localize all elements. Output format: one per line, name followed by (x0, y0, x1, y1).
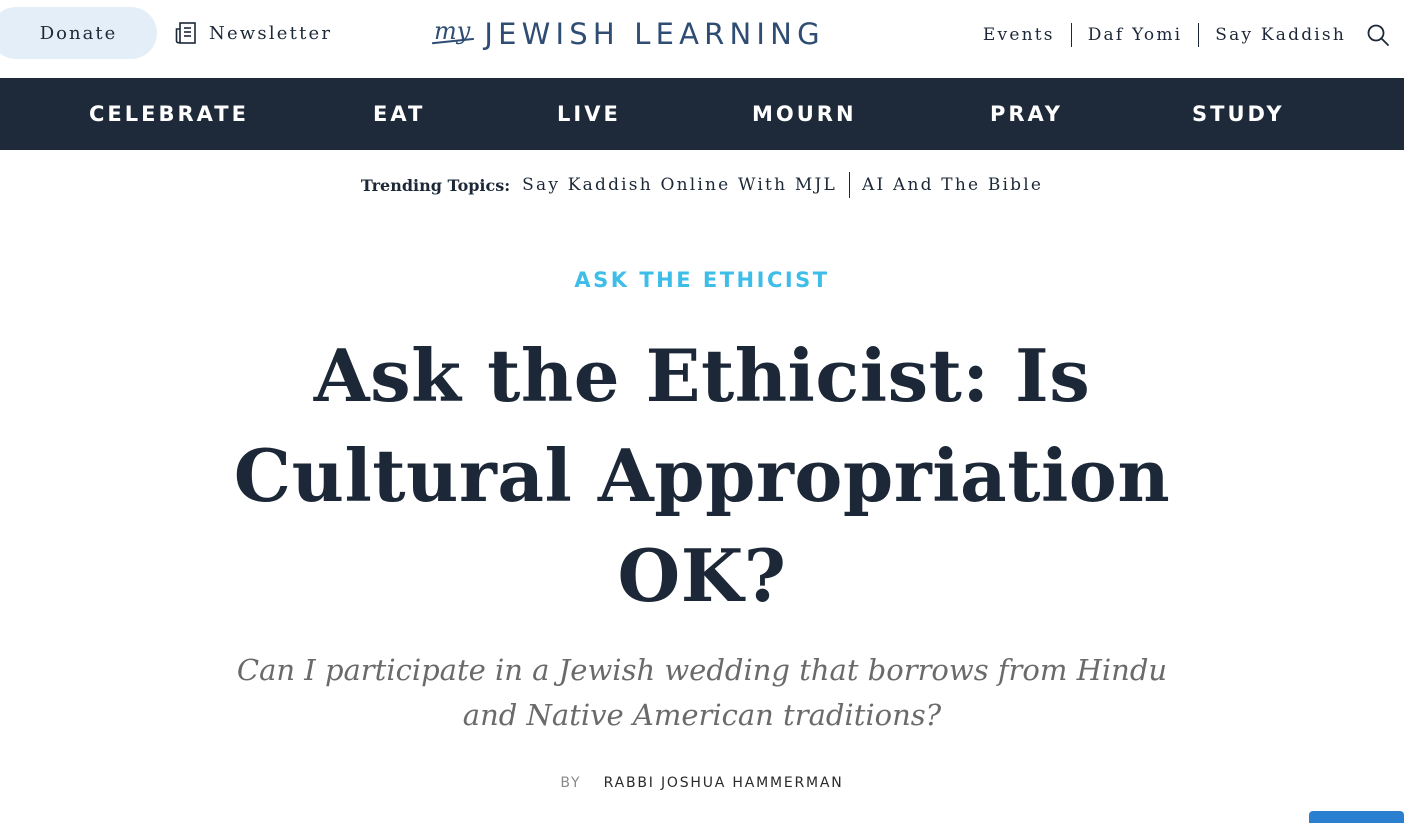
nav-item-eat[interactable]: EAT (373, 78, 425, 150)
nav-item-study[interactable]: STUDY (1192, 78, 1285, 150)
top-bar: Donate Newsletter my JEWISH LEARNING Eve… (0, 0, 1404, 78)
nav-item-mourn[interactable]: MOURN (752, 78, 857, 150)
nav-item-pray[interactable]: PRAY (990, 78, 1063, 150)
newsletter-label: Newsletter (209, 22, 333, 44)
trending-link-ai-bible[interactable]: AI And The Bible (862, 175, 1043, 195)
trending-link-say-kaddish[interactable]: Say Kaddish Online With MJL (522, 175, 837, 195)
author-link[interactable]: RABBI JOSHUA HAMMERMAN (604, 775, 844, 791)
article-category: ASK THE ETHICIST (0, 268, 1404, 292)
util-divider (1070, 23, 1072, 47)
category-link[interactable]: ASK THE ETHICIST (574, 268, 829, 292)
byline-prefix: BY (560, 775, 582, 791)
newsletter-icon (175, 21, 197, 45)
search-icon[interactable] (1366, 23, 1390, 47)
util-link-daf-yomi[interactable]: Daf Yomi (1088, 25, 1183, 45)
trending-label: Trending Topics: (360, 175, 511, 195)
article-subtitle: Can I participate in a Jewish wedding th… (236, 653, 1168, 732)
newsletter-link[interactable]: Newsletter (175, 19, 332, 47)
trending-divider (848, 172, 850, 198)
donate-button[interactable]: Donate (0, 7, 157, 59)
site-logo[interactable]: my JEWISH LEARNING (434, 14, 825, 54)
nav-item-celebrate[interactable]: CELEBRATE (89, 78, 249, 150)
util-divider (1198, 23, 1200, 47)
util-link-events[interactable]: Events (983, 25, 1055, 45)
byline: BY RABBI JOSHUA HAMMERMAN (0, 775, 1404, 791)
trending-topics: Trending Topics: Say Kaddish Online With… (0, 170, 1404, 200)
nav-item-live[interactable]: LIVE (557, 78, 621, 150)
main-nav: CELEBRATE EAT LIVE MOURN PRAY STUDY (0, 78, 1404, 150)
floating-widget-button[interactable] (1309, 811, 1404, 823)
utility-nav: Events Daf Yomi Say Kaddish (983, 22, 1346, 48)
logo-my-text: my (434, 17, 471, 45)
util-link-say-kaddish[interactable]: Say Kaddish (1215, 25, 1346, 45)
logo-wordmark: JEWISH LEARNING (484, 17, 825, 51)
article-title: Ask the Ethicist: Is Cultural Appropriat… (233, 333, 1171, 618)
